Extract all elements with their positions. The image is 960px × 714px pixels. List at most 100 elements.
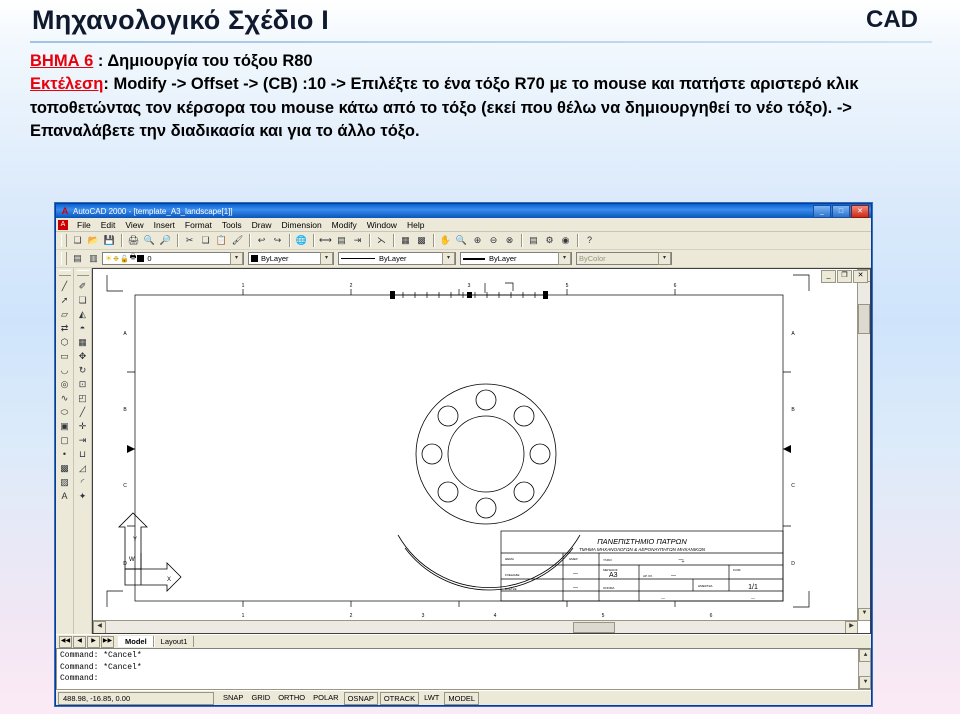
rotate-icon[interactable]: ↻	[75, 363, 90, 377]
chamfer-icon[interactable]: ◿	[75, 461, 90, 475]
distance-icon[interactable]: ⟷	[318, 233, 333, 248]
design-center-icon[interactable]: ▦	[398, 233, 413, 248]
cut-icon[interactable]: ✂	[182, 233, 197, 248]
linetype-combo[interactable]: ByLayer ▾	[338, 252, 456, 265]
make-block-icon[interactable]: ▢	[57, 433, 72, 447]
layout-icon[interactable]: ▤	[526, 233, 541, 248]
status-toggle-lwt[interactable]: LWT	[421, 692, 442, 703]
menu-item-insert[interactable]: Insert	[149, 220, 180, 230]
mdi-restore-button[interactable]: ❐	[837, 270, 852, 283]
tab-model[interactable]: Model	[118, 636, 154, 647]
scroll-down-button[interactable]: ▼	[858, 608, 870, 621]
copy-object-icon[interactable]: ❏	[75, 293, 90, 307]
find-icon[interactable]: 🔎	[158, 233, 173, 248]
arc-icon[interactable]: ◡	[57, 363, 72, 377]
status-toggle-model[interactable]: MODEL	[444, 691, 480, 705]
lineweight-combo[interactable]: ByLayer ▾	[460, 252, 572, 265]
layer-previous-icon[interactable]: ▥	[86, 251, 101, 266]
chevron-down-icon[interactable]: ▾	[320, 252, 333, 265]
pan-realtime-icon[interactable]: ✋	[438, 233, 453, 248]
drawing-canvas[interactable]: _ ❐ ✕ 1 2 3 5 6 1 2 3 4 5 6 A B C D A B …	[92, 268, 871, 634]
vertical-scroll-thumb[interactable]	[858, 304, 870, 334]
tab-nav-next-button[interactable]: ▶	[87, 635, 100, 648]
lengthen-icon[interactable]: ╱	[75, 405, 90, 419]
help-icon[interactable]: ?	[582, 233, 597, 248]
layer-on-icon[interactable]: ☀	[105, 254, 112, 263]
polyline-icon[interactable]: ▱	[57, 307, 72, 321]
rectangle-icon[interactable]: ▭	[57, 349, 72, 363]
menu-item-tools[interactable]: Tools	[217, 220, 247, 230]
tab-nav-last-button[interactable]: ▶▶	[101, 635, 114, 648]
layer-combo[interactable]: ☀ ❉ 🔓 🖶 0 ▾	[102, 252, 244, 265]
explode-icon[interactable]: ✦	[75, 489, 90, 503]
maximize-button[interactable]: □	[832, 204, 850, 218]
scroll-down-button[interactable]: ▼	[859, 676, 870, 689]
coordinate-readout[interactable]: 488.98, -16.85, 0.00	[58, 691, 214, 705]
insert-block-icon[interactable]: ▣	[57, 419, 72, 433]
chevron-down-icon[interactable]: ▾	[442, 252, 455, 265]
point-icon[interactable]: •	[57, 447, 72, 461]
menu-item-view[interactable]: View	[120, 220, 148, 230]
menu-item-window[interactable]: Window	[362, 220, 402, 230]
block-icon[interactable]: ▤	[334, 233, 349, 248]
copy-icon[interactable]: ❏	[198, 233, 213, 248]
erase-icon[interactable]: ✐	[75, 279, 90, 293]
status-toggle-osnap[interactable]: OSNAP	[343, 691, 378, 705]
toolbar-grip[interactable]	[58, 270, 71, 276]
ellipse-icon[interactable]: ⬭	[57, 405, 72, 419]
undo-icon[interactable]: ↩	[254, 233, 269, 248]
tab-nav-previous-button[interactable]: ◀	[73, 635, 86, 648]
layer-plot-icon[interactable]: 🖶	[130, 253, 137, 264]
mdi-minimize-button[interactable]: _	[821, 270, 836, 283]
menu-item-help[interactable]: Help	[402, 220, 429, 230]
status-toggle-snap[interactable]: SNAP	[220, 692, 246, 703]
toolbar-grip[interactable]	[76, 270, 89, 276]
paste-icon[interactable]: 📋	[214, 233, 229, 248]
toolbar-grip[interactable]	[61, 252, 67, 265]
line-icon[interactable]: ╱	[57, 279, 72, 293]
trim-icon[interactable]: ✛	[75, 419, 90, 433]
help-context-icon[interactable]: ◉	[558, 233, 573, 248]
snap-from-icon[interactable]: ⋋	[374, 233, 389, 248]
make-object-layer-current-icon[interactable]: ▤	[70, 251, 85, 266]
mirror-icon[interactable]: ◭	[75, 307, 90, 321]
vertical-scrollbar[interactable]: ▲ ▼	[857, 269, 870, 621]
plot-icon[interactable]: ⚙	[542, 233, 557, 248]
polygon-icon[interactable]: ⬡	[57, 335, 72, 349]
toolbar-grip[interactable]	[61, 234, 67, 247]
status-toggle-polar[interactable]: POLAR	[310, 692, 341, 703]
new-icon[interactable]: ❑	[70, 233, 85, 248]
stretch-icon[interactable]: ◰	[75, 391, 90, 405]
command-scrollbar[interactable]: ▲ ▼	[858, 649, 870, 689]
hatch-icon[interactable]: ▩	[57, 461, 72, 475]
open-icon[interactable]: 📂	[86, 233, 101, 248]
move-icon[interactable]: ✥	[75, 349, 90, 363]
multiline-icon[interactable]: ⇄	[57, 321, 72, 335]
color-combo[interactable]: ByLayer ▾	[248, 252, 334, 265]
command-window[interactable]: Command: *Cancel* Command: *Cancel* Comman…	[56, 648, 871, 690]
scale-icon[interactable]: ⊡	[75, 377, 90, 391]
zoom-extents-icon[interactable]: ⊗	[502, 233, 517, 248]
scroll-left-button[interactable]: ◀	[93, 621, 106, 633]
status-toggle-ortho[interactable]: ORTHO	[275, 692, 308, 703]
menu-item-dimension[interactable]: Dimension	[277, 220, 327, 230]
menu-item-format[interactable]: Format	[180, 220, 217, 230]
status-toggle-otrack[interactable]: OTRACK	[379, 691, 420, 705]
zoom-previous-icon[interactable]: ⊖	[486, 233, 501, 248]
close-button[interactable]: ✕	[851, 204, 869, 218]
horizontal-scrollbar[interactable]: ◀ ▶	[93, 620, 858, 633]
status-toggle-grid[interactable]: GRID	[248, 692, 273, 703]
tab-layout1[interactable]: Layout1	[153, 636, 195, 647]
zoom-realtime-icon[interactable]: 🔍	[454, 233, 469, 248]
zoom-window-icon[interactable]: ⊕	[470, 233, 485, 248]
linear-dimension-icon[interactable]: ⇥	[350, 233, 365, 248]
chevron-down-icon[interactable]: ▾	[230, 252, 243, 265]
print-preview-icon[interactable]: 🔍	[142, 233, 157, 248]
mdi-close-button[interactable]: ✕	[853, 270, 868, 283]
extend-icon[interactable]: ⇥	[75, 433, 90, 447]
match-properties-icon[interactable]: 🖌	[230, 233, 245, 248]
offset-icon[interactable]: ◓	[75, 321, 90, 335]
menu-item-draw[interactable]: Draw	[247, 220, 277, 230]
minimize-button[interactable]: _	[813, 204, 831, 218]
text-icon[interactable]: A	[57, 489, 72, 503]
